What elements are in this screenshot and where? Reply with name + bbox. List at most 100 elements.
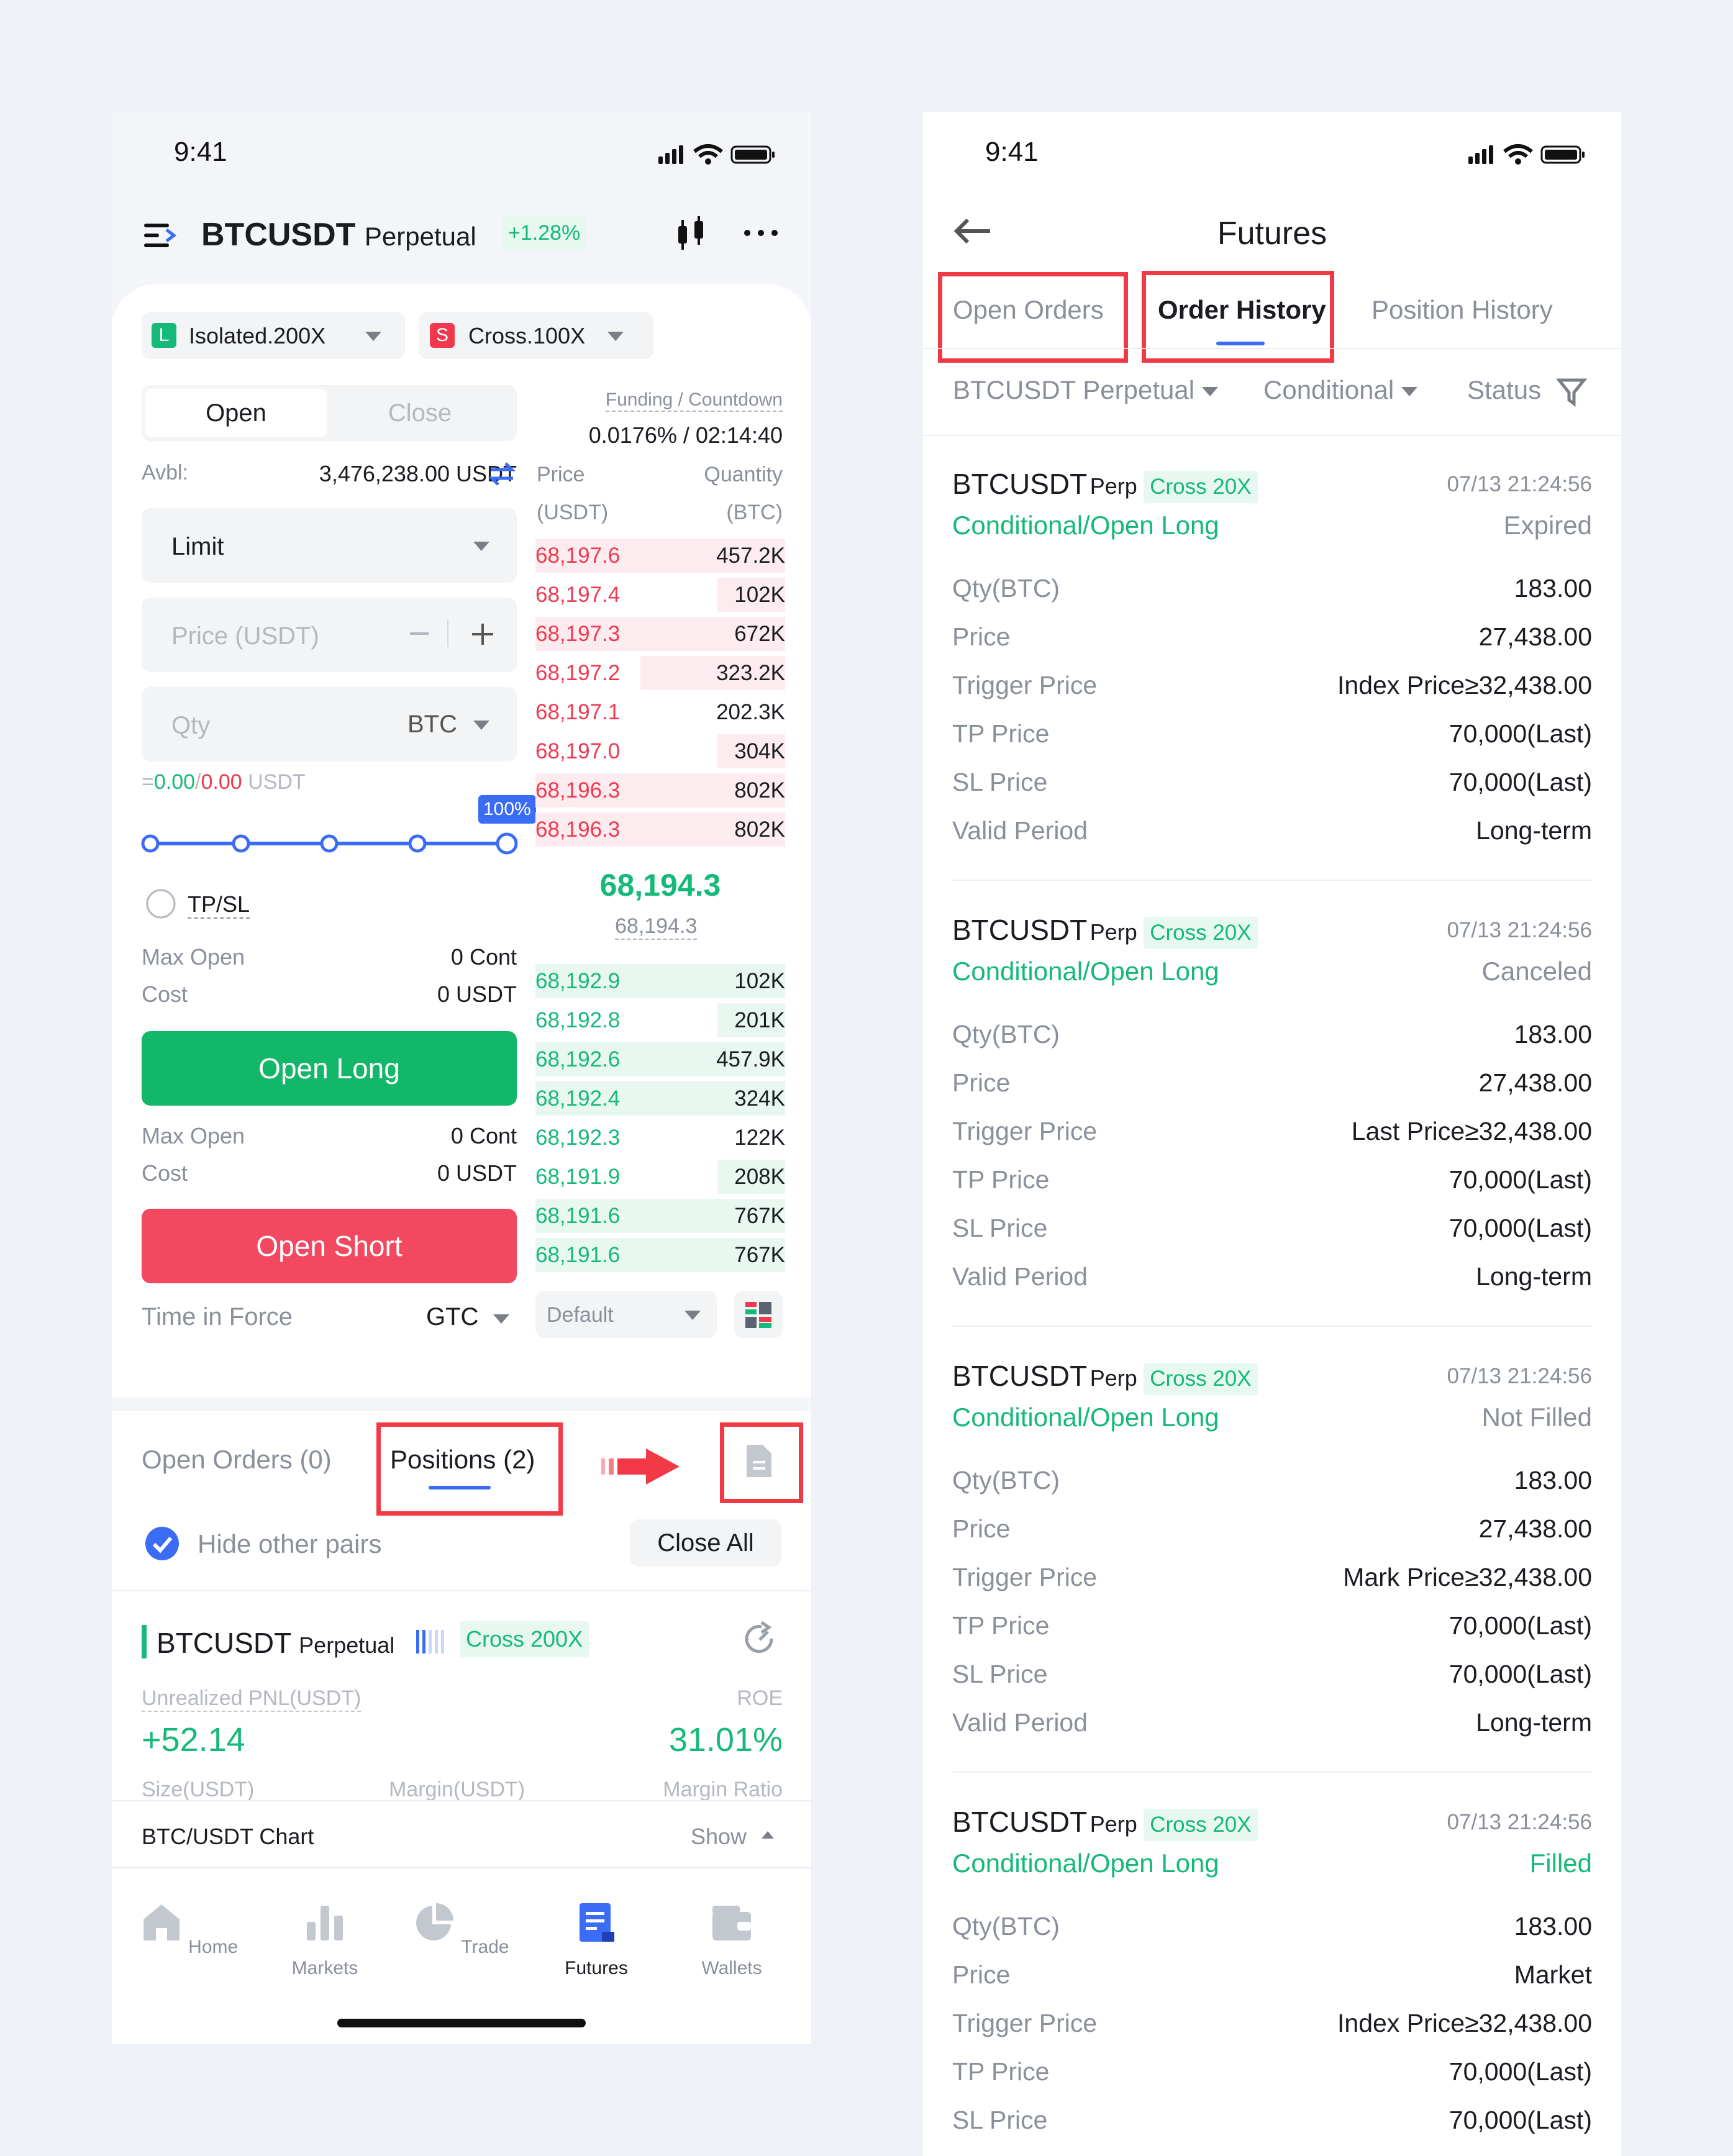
document-icon[interactable] [744, 1442, 774, 1480]
symbol-title[interactable]: BTCUSDT Perpetual [201, 216, 476, 253]
order-card[interactable]: BTCUSDT Perp Cross 20X 07/13 21:24:56 Co… [952, 1805, 1592, 2147]
max-open-value: 0 Cont [450, 944, 517, 970]
close-all-button[interactable]: Close All [630, 1519, 781, 1567]
nav-markets[interactable]: Markets [275, 1901, 375, 1979]
mark-price[interactable]: 68,194.3 [615, 914, 698, 940]
share-icon[interactable] [740, 1620, 779, 1658]
tab-open-orders[interactable]: Open Orders (0) [142, 1445, 332, 1475]
pnl-label[interactable]: Unrealized PNL(USDT) [142, 1686, 362, 1712]
order-time: 07/13 21:24:56 [1447, 918, 1592, 942]
section-gap [112, 1398, 811, 1411]
bid-row[interactable]: 68,192.4 324K [535, 1079, 785, 1116]
order-kind: Conditional/Open Long [952, 957, 1219, 986]
tpsl-label[interactable]: TP/SL [188, 891, 250, 919]
filter-icon[interactable] [1557, 376, 1588, 407]
margin-short-label: Cross.100X [468, 323, 586, 348]
qty-input[interactable]: Qty BTC [142, 687, 517, 762]
open-long-button[interactable]: Open Long [142, 1031, 517, 1106]
bid-row[interactable]: 68,192.9 102K [535, 962, 785, 999]
hide-pairs-checkbox[interactable] [144, 1526, 180, 1562]
trade-icon [416, 1903, 454, 1940]
home-icon [143, 1904, 180, 1940]
tif-value[interactable]: GTC [426, 1303, 478, 1331]
tab-position-history[interactable]: Position History [1371, 295, 1553, 325]
plus-icon[interactable] [472, 624, 493, 645]
bid-row[interactable]: 68,192.6 457.9K [535, 1040, 785, 1077]
filter-symbol[interactable]: BTCUSDT Perpetual [953, 375, 1218, 405]
nav-trade[interactable]: Trade [411, 1901, 511, 1958]
order-status: Not Filled [1481, 1403, 1592, 1432]
depth-select[interactable]: Default [535, 1291, 717, 1338]
order-card[interactable]: BTCUSDT Perp Cross 20X 07/13 21:24:56 Co… [952, 1359, 1592, 1749]
max-open-label: Max Open [142, 1123, 245, 1149]
nav-wallets[interactable]: Wallets [682, 1901, 781, 1979]
max-open-label: Max Open [142, 944, 245, 970]
tab-close[interactable]: Close [329, 389, 511, 437]
ask-row[interactable]: 68,197.0 304K [535, 732, 785, 769]
margin-ratio-label[interactable]: Margin Ratio [663, 1778, 783, 1803]
bid-row[interactable]: 68,191.6 767K [535, 1235, 785, 1273]
status-icons [658, 142, 783, 166]
menu-icon[interactable] [144, 222, 179, 250]
order-type-select[interactable]: Limit [142, 508, 517, 583]
bid-row[interactable]: 68,191.6 767K [535, 1196, 785, 1234]
bid-row[interactable]: 68,192.8 201K [535, 1001, 785, 1038]
filter-type[interactable]: Conditional [1263, 375, 1417, 405]
order-row: Trigger Price Index Price≥32,438.00 [952, 671, 1592, 699]
nav-home[interactable]: Home [139, 1901, 239, 1958]
tpsl-radio[interactable] [145, 888, 176, 919]
bid-row[interactable]: 68,192.3 122K [535, 1118, 785, 1155]
chart-bar[interactable]: BTC/USDT Chart Show [112, 1800, 811, 1868]
position-symbol[interactable]: BTCUSDT Perpetual [157, 1626, 394, 1660]
ask-row[interactable]: 68,197.1 202.3K [535, 693, 785, 730]
divider [952, 880, 1592, 881]
layout-icon [745, 1302, 771, 1328]
ask-row[interactable]: 68,196.3 802K [535, 771, 785, 808]
margin-label[interactable]: Margin(USDT) [389, 1778, 525, 1803]
margin-long-select[interactable]: L Isolated.200X [142, 312, 405, 359]
open-short-button[interactable]: Open Short [142, 1209, 517, 1283]
size-label: Size(USDT) [142, 1778, 255, 1801]
funding-label[interactable]: Funding / Countdown [605, 389, 783, 412]
order-row: Price 27,438.00 [952, 622, 1592, 651]
margin-short-select[interactable]: S Cross.100X [419, 312, 653, 359]
order-history-screen: 9:41 Futures Open Orders Order History P… [923, 112, 1621, 2156]
cost-label: Cost [142, 1160, 188, 1186]
ask-row[interactable]: 68,197.3 672K [535, 614, 785, 652]
layout-toggle[interactable] [734, 1291, 783, 1338]
ask-row[interactable]: 68,197.2 323.2K [535, 653, 785, 691]
order-card[interactable]: BTCUSDT Perp Cross 20X 07/13 21:24:56 Co… [952, 467, 1592, 857]
ask-row[interactable]: 68,197.6 457.2K [535, 536, 785, 573]
leverage-slider[interactable] [139, 829, 524, 860]
filter-status[interactable]: Status [1467, 375, 1541, 405]
ask-row[interactable]: 68,196.3 802K [535, 810, 785, 847]
order-status: Canceled [1481, 957, 1592, 986]
qty-unit[interactable]: BTC [407, 711, 457, 739]
futures-icon [580, 1903, 614, 1942]
bid-row[interactable]: 68,191.9 208K [535, 1157, 785, 1194]
order-kind: Conditional/Open Long [952, 1403, 1219, 1432]
order-card[interactable]: BTCUSDT Perp Cross 20X 07/13 21:24:56 Co… [952, 913, 1592, 1303]
divider [923, 435, 1621, 436]
more-icon[interactable] [744, 229, 781, 237]
order-kind: Conditional/Open Long [952, 511, 1219, 540]
transfer-icon[interactable] [488, 461, 516, 486]
chevron-up-icon [762, 1831, 774, 1839]
depth-value: Default [547, 1303, 614, 1327]
tab-open[interactable]: Open [145, 389, 327, 437]
order-row: Price 27,438.00 [952, 1068, 1592, 1097]
arrow-right-icon [601, 1449, 680, 1485]
ask-row[interactable]: 68,197.4 102K [535, 575, 785, 612]
chart-show-toggle[interactable]: Show [691, 1824, 747, 1850]
candlestick-icon[interactable] [672, 215, 709, 252]
trade-screen: 9:41 BTCUSDT Perpetual +1.28% L Isolated… [112, 112, 811, 2044]
status-time: 9:41 [174, 137, 227, 167]
signal-wifi-battery-icon [1468, 144, 1585, 165]
highlight-open-orders [938, 272, 1128, 363]
nav-futures[interactable]: Futures [547, 1901, 646, 1979]
minus-icon[interactable] [410, 632, 429, 635]
leverage-bars-icon [416, 1630, 444, 1653]
order-row: Qty(BTC) 183.00 [952, 1912, 1592, 1940]
avbl-value: 3,476,238.00 USDT [319, 461, 517, 486]
price-input[interactable]: Price (USDT) [142, 598, 517, 672]
